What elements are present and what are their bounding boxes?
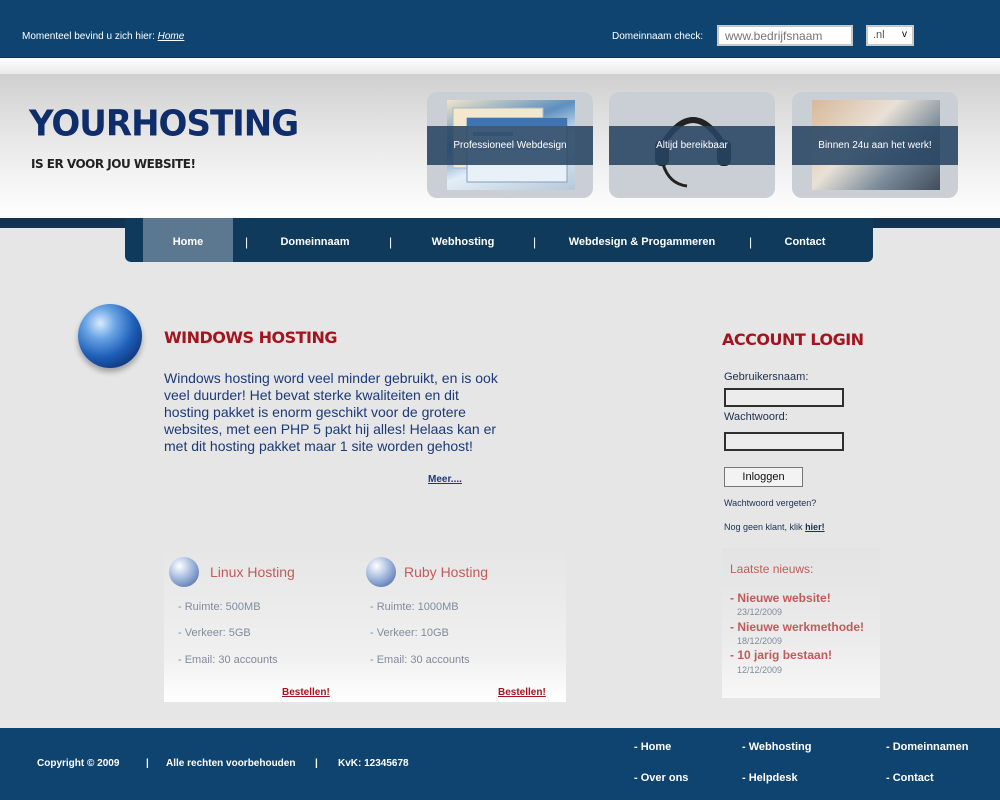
tld-value: .nl <box>873 29 885 41</box>
page-title: WINDOWS HOSTING <box>164 328 338 347</box>
breadcrumb-home-link[interactable]: Home <box>158 31 185 42</box>
feature-24u[interactable]: Binnen 24u aan het werk! <box>792 92 958 198</box>
feature-reachable[interactable]: Altijd bereikbaar <box>609 92 775 198</box>
password-field[interactable] <box>724 432 844 451</box>
footer-link-home[interactable]: - Home <box>634 741 671 753</box>
footer-separator: | <box>315 758 318 769</box>
footer-link-over-ons[interactable]: - Over ons <box>634 772 688 784</box>
copyright: Copyright © 2009 <box>37 758 120 769</box>
username-field[interactable] <box>724 388 844 407</box>
register-link[interactable]: hier! <box>805 522 825 532</box>
feature-label: Professioneel Webdesign <box>427 126 593 165</box>
feature-label: Binnen 24u aan het werk! <box>792 126 958 165</box>
nav-separator: | <box>749 235 753 249</box>
nav-home[interactable]: Home <box>143 218 233 262</box>
footer-separator: | <box>146 758 149 769</box>
top-bar: Momenteel bevind u zich hier: Home Domei… <box>0 0 1000 58</box>
nav-separator: | <box>245 235 249 249</box>
nav-webhosting[interactable]: Webhosting <box>415 218 511 262</box>
feature-webdesign[interactable]: Professioneel Webdesign <box>427 92 593 198</box>
news-date: 23/12/2009 <box>737 607 783 617</box>
breadcrumb: Momenteel bevind u zich hier: Home <box>22 31 184 42</box>
footer: Copyright © 2009 | Alle rechten voorbeho… <box>0 728 1000 800</box>
footer-link-contact[interactable]: - Contact <box>886 772 934 784</box>
plan-title: Ruby Hosting <box>404 564 489 580</box>
plan-title: Linux Hosting <box>210 564 295 580</box>
news-date: 12/12/2009 <box>737 665 783 675</box>
news-date: 18/12/2009 <box>737 636 783 646</box>
nav-domeinnaam[interactable]: Domeinnaam <box>265 218 365 262</box>
logo[interactable]: YOURHOSTING <box>29 103 299 145</box>
news-panel: Laatste nieuws: - Nieuwe website! 23/12/… <box>722 548 880 698</box>
plan-detail: - Ruimte: 1000MB <box>370 601 459 613</box>
intro-text: Windows hosting word veel minder gebruik… <box>164 370 498 454</box>
nav-separator: | <box>533 235 537 249</box>
feature-label: Altijd bereikbaar <box>609 126 775 165</box>
nav-contact[interactable]: Contact <box>773 218 837 262</box>
kvk: KvK: 12345678 <box>338 758 409 769</box>
plan-detail: - Ruimte: 500MB <box>178 601 261 613</box>
forgot-password-link[interactable]: Wachtwoord vergeten? <box>724 498 816 508</box>
news-title: Laatste nieuws: <box>730 562 814 576</box>
news-item[interactable]: - Nieuwe werkmethode! <box>730 620 864 634</box>
nav-separator: | <box>389 235 393 249</box>
login-title: ACCOUNT LOGIN <box>722 330 864 349</box>
domain-input[interactable] <box>717 25 853 46</box>
main-nav: Home | Domeinnaam | Webhosting | Webdesi… <box>125 218 873 262</box>
plan-detail: - Email: 30 accounts <box>370 654 470 666</box>
register-prefix: Nog geen klant, klik <box>724 522 803 532</box>
plan-detail: - Email: 30 accounts <box>178 654 278 666</box>
order-ruby-link[interactable]: Bestellen! <box>498 687 546 698</box>
news-item[interactable]: - Nieuwe website! <box>730 591 831 605</box>
globe-icon <box>366 557 396 587</box>
password-label: Wachtwoord: <box>724 411 788 423</box>
footer-link-webhosting[interactable]: - Webhosting <box>742 741 811 753</box>
footer-link-helpdesk[interactable]: - Helpdesk <box>742 772 798 784</box>
nav-webdesign[interactable]: Webdesign & Progammeren <box>555 218 729 262</box>
footer-link-domeinnamen[interactable]: - Domeinnamen <box>886 741 969 753</box>
username-label: Gebruikersnaam: <box>724 371 809 383</box>
order-linux-link[interactable]: Bestellen! <box>282 687 330 698</box>
header-strip <box>0 58 1000 74</box>
plans-panel: Linux Hosting - Ruimte: 500MB - Verkeer:… <box>164 547 566 702</box>
chevron-down-icon: v <box>902 29 907 40</box>
register-text: Nog geen klant, klik hier! <box>724 522 825 532</box>
domain-check-label: Domeinnaam check: <box>612 31 704 42</box>
globe-icon <box>78 304 142 368</box>
rights: Alle rechten voorbehouden <box>166 758 296 769</box>
plan-detail: - Verkeer: 5GB <box>178 627 251 639</box>
login-button[interactable]: Inloggen <box>724 467 803 487</box>
more-link[interactable]: Meer.... <box>428 474 462 485</box>
tld-select[interactable]: .nl v <box>866 25 914 46</box>
news-item[interactable]: - 10 jarig bestaan! <box>730 648 832 662</box>
breadcrumb-prefix: Momenteel bevind u zich hier: <box>22 31 155 42</box>
globe-icon <box>169 557 199 587</box>
plan-detail: - Verkeer: 10GB <box>370 627 449 639</box>
slogan: IS ER VOOR JOU WEBSITE! <box>31 157 196 171</box>
